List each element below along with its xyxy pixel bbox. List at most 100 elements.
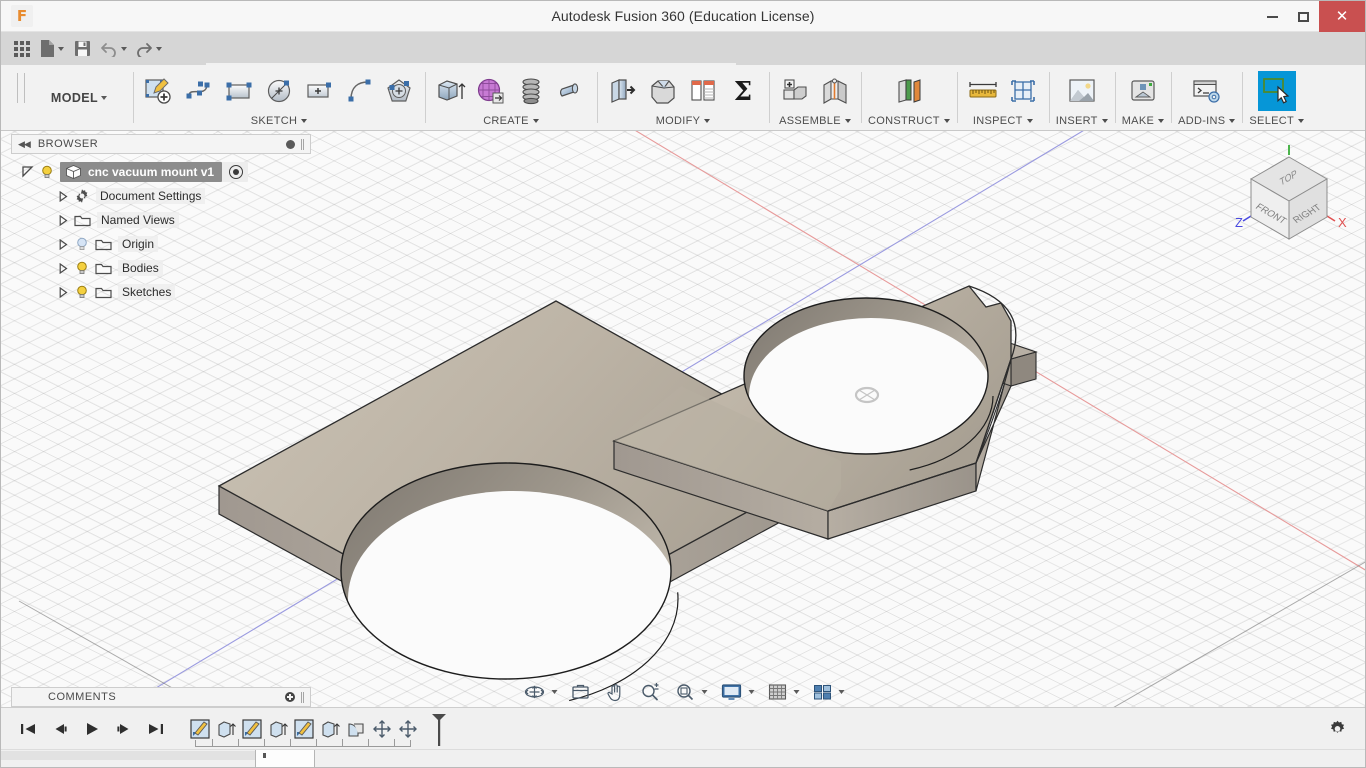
browser-item-bodies[interactable]: Bodies — [15, 256, 311, 280]
sketch-dimension-icon[interactable] — [300, 71, 338, 111]
insert-image-icon[interactable] — [1063, 71, 1101, 111]
maximize-button[interactable] — [1288, 1, 1319, 32]
bore-hole-large — [340, 462, 679, 707]
comments-grip[interactable] — [301, 691, 304, 703]
zoom-window-icon[interactable] — [674, 680, 698, 704]
ribbon-panel-addins: ADD-INS — [1171, 65, 1242, 130]
panel-label-make[interactable]: MAKE — [1122, 115, 1165, 130]
press-pull-icon[interactable] — [604, 71, 642, 111]
minimize-button[interactable] — [1257, 1, 1288, 32]
timeline-marker[interactable] — [429, 712, 449, 746]
viewports-icon[interactable] — [811, 680, 835, 704]
browser-root-row[interactable]: cnc vacuum mount v1 — [15, 160, 311, 184]
extrude-icon[interactable] — [432, 71, 470, 111]
joint-icon[interactable] — [816, 71, 854, 111]
workspace-selector[interactable]: MODEL — [25, 65, 133, 130]
play-button[interactable] — [81, 718, 103, 740]
redo-button[interactable] — [132, 35, 165, 62]
coil-icon[interactable] — [512, 71, 550, 111]
rectangle-icon[interactable] — [220, 71, 258, 111]
grid-snaps-icon[interactable] — [766, 680, 790, 704]
new-component-icon[interactable] — [776, 71, 814, 111]
panel-label-construct[interactable]: CONSTRUCT — [868, 115, 950, 130]
close-button[interactable]: ✕ — [1319, 1, 1365, 32]
panel-label-select[interactable]: SELECT — [1249, 115, 1305, 130]
section-analysis-icon[interactable] — [1004, 71, 1042, 111]
step-back-button[interactable] — [49, 718, 71, 740]
orbit-icon[interactable] — [522, 680, 548, 704]
file-icon — [41, 40, 54, 57]
undo-button[interactable] — [97, 35, 130, 62]
select-icon[interactable] — [1257, 71, 1296, 111]
addins-panel-text: ADD-INS — [1178, 115, 1226, 127]
settings-gear-icon[interactable] — [1328, 717, 1347, 741]
panel-label-create[interactable]: CREATE — [483, 115, 539, 130]
expand-arrow-icon[interactable] — [59, 286, 68, 298]
redo-icon — [137, 42, 152, 57]
file-menu-button[interactable] — [37, 35, 67, 62]
chevron-down-icon[interactable] — [793, 690, 800, 694]
panel-label-insert[interactable]: INSERT — [1056, 115, 1108, 130]
browser-item-label: Bodies — [118, 260, 163, 276]
panel-label-inspect[interactable]: INSPECT — [973, 115, 1033, 130]
browser-item-named-views[interactable]: Named Views — [15, 208, 311, 232]
offset-plane-icon[interactable] — [890, 71, 928, 111]
pan-icon[interactable] — [604, 680, 628, 704]
panel-label-assemble[interactable]: ASSEMBLE — [779, 115, 851, 130]
timeline-track[interactable] — [195, 738, 411, 747]
ribbon-panel-select: SELECT — [1242, 65, 1311, 130]
change-parameters-icon[interactable] — [684, 71, 722, 111]
browser-item-document-settings[interactable]: Document Settings — [15, 184, 311, 208]
look-at-icon[interactable] — [569, 680, 593, 704]
visibility-bulb-icon[interactable] — [74, 284, 90, 300]
add-comment-icon[interactable] — [285, 692, 295, 702]
spline-icon[interactable] — [180, 71, 218, 111]
browser-tree: cnc vacuum mount v1 Document Settings Na… — [11, 154, 311, 308]
go-to-end-button[interactable] — [145, 718, 167, 740]
pipe-icon[interactable] — [552, 71, 590, 111]
title-bar: F Autodesk Fusion 360 (Education License… — [1, 1, 1365, 32]
browser-minus-icon[interactable] — [286, 139, 295, 149]
zoom-icon[interactable] — [639, 680, 663, 704]
browser-grip[interactable] — [301, 138, 304, 150]
sigma-icon[interactable]: Σ — [724, 71, 762, 111]
chevron-down-icon[interactable] — [701, 690, 708, 694]
create-sketch-icon[interactable] — [140, 71, 178, 111]
display-settings-icon[interactable] — [719, 680, 745, 704]
visibility-bulb-icon[interactable] — [39, 164, 55, 180]
ribbon-panel-create: CREATE — [425, 65, 597, 130]
3d-print-icon[interactable] — [1124, 71, 1162, 111]
visibility-bulb-icon[interactable] — [74, 236, 90, 252]
expand-arrow-icon[interactable] — [59, 262, 68, 274]
expand-arrow-icon[interactable] — [21, 165, 35, 179]
mesh-icon[interactable] — [472, 71, 510, 111]
panel-label-sketch[interactable]: SKETCH — [251, 115, 308, 130]
chevron-down-icon[interactable] — [838, 690, 845, 694]
expand-arrow-icon[interactable] — [59, 190, 68, 202]
chevron-down-icon[interactable] — [551, 690, 558, 694]
panel-label-modify[interactable]: MODIFY — [656, 115, 711, 130]
ribbon-grip[interactable] — [17, 73, 25, 103]
view-cube[interactable]: X Z TOP FRONT RIGHT — [1231, 143, 1347, 251]
visibility-bulb-icon[interactable] — [74, 260, 90, 276]
collapse-icon[interactable]: ◀◀ — [18, 139, 31, 150]
chamfer-icon[interactable] — [644, 71, 682, 111]
circle-icon[interactable] — [260, 71, 298, 111]
measure-icon[interactable] — [964, 71, 1002, 111]
app-grid-button[interactable] — [9, 35, 35, 62]
svg-text:Σ: Σ — [734, 77, 752, 105]
activate-component-radio[interactable] — [229, 165, 244, 179]
chevron-down-icon[interactable] — [748, 690, 755, 694]
browser-item-origin[interactable]: Origin — [15, 232, 311, 256]
panel-label-addins[interactable]: ADD-INS — [1178, 115, 1236, 130]
scripts-addins-icon[interactable] — [1188, 71, 1226, 111]
save-button[interactable] — [69, 35, 95, 62]
expand-arrow-icon[interactable] — [59, 214, 68, 226]
browser-item-sketches[interactable]: Sketches — [15, 280, 311, 304]
arc-icon[interactable] — [340, 71, 378, 111]
go-to-beginning-button[interactable] — [17, 718, 39, 740]
save-icon — [74, 41, 90, 56]
polygon-icon[interactable] — [380, 71, 418, 111]
expand-arrow-icon[interactable] — [59, 238, 68, 250]
step-forward-button[interactable] — [113, 718, 135, 740]
